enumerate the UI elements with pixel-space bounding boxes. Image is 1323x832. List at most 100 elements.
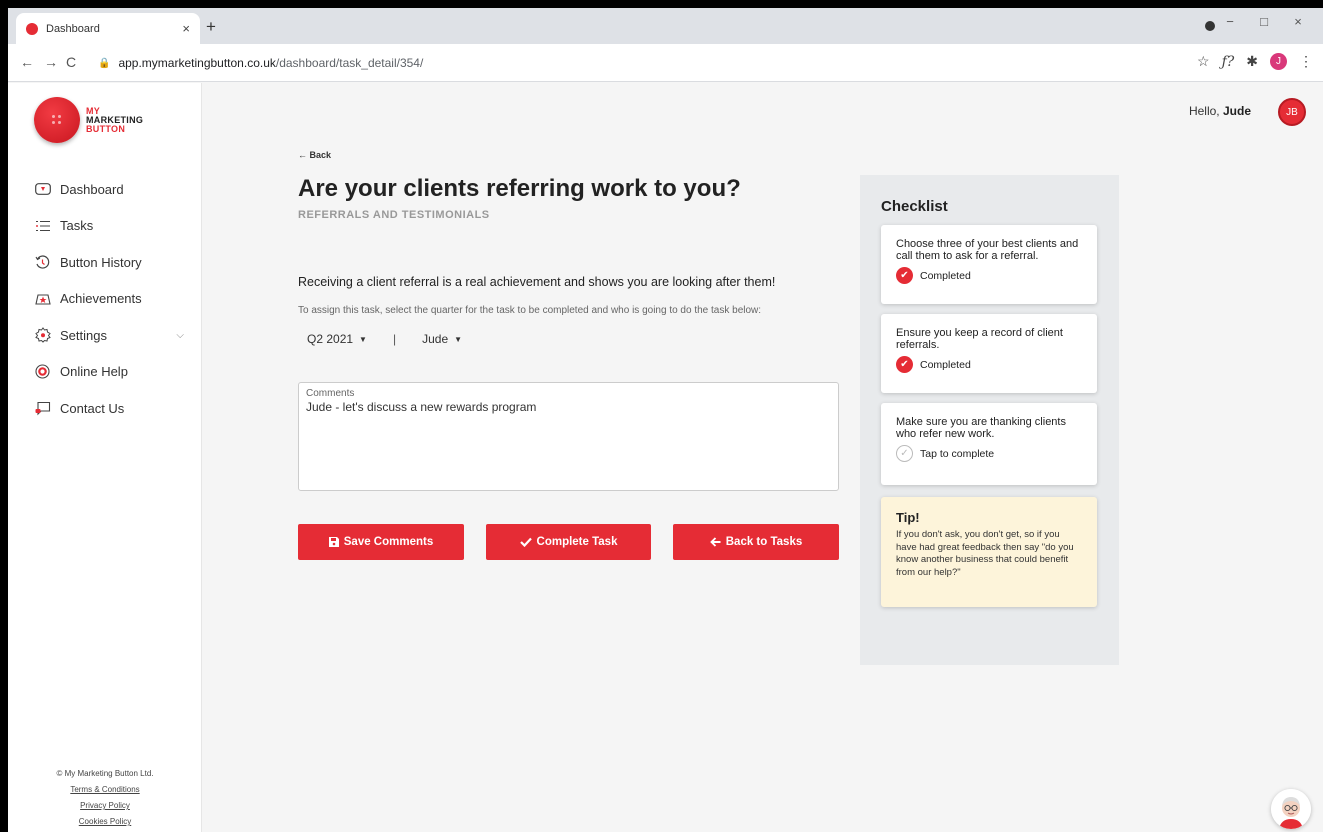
checklist-item-status[interactable]: ✔ Completed <box>896 356 1083 373</box>
user-avatar[interactable]: JB <box>1278 98 1306 126</box>
tab-strip: Dashboard × + − □ × <box>8 8 1323 44</box>
caret-down-icon: ▼ <box>454 334 463 344</box>
puzzle-extensions-icon[interactable]: ✱ <box>1246 53 1258 70</box>
url-field[interactable]: 🔒 app.mymarketingbutton.co.uk/dashboard/… <box>86 51 1186 75</box>
save-icon <box>328 537 339 547</box>
save-comments-label: Save Comments <box>343 536 434 548</box>
browser-tab[interactable]: Dashboard × <box>16 13 200 44</box>
tip-body: If you don't ask, you don't get, so if y… <box>896 529 1074 578</box>
sidebar-item-achievements[interactable]: Achievements <box>34 281 184 318</box>
status-label: Completed <box>920 358 971 371</box>
cookies-link[interactable]: Cookies Policy <box>8 814 202 830</box>
tab-close-icon[interactable]: × <box>182 21 190 36</box>
status-label: Tap to complete <box>920 447 995 460</box>
sidebar-item-label: Tasks <box>60 218 94 234</box>
back-to-tasks-button[interactable]: Back to Tasks <box>673 524 839 560</box>
lifebuoy-icon <box>34 363 51 380</box>
checklist-item[interactable]: Ensure you keep a record of client refer… <box>881 314 1097 393</box>
checklist-item[interactable]: Make sure you are thanking clients who r… <box>881 403 1097 485</box>
copyright-text: © My Marketing Button Ltd. <box>56 769 154 778</box>
extension-toolbar: ☆ ƒ? ✱ J ⋮ <box>1197 53 1313 70</box>
app-root: MY MARKETING BUTTON Dashboard Tasks Butt… <box>8 83 1323 832</box>
sidebar-nav: Dashboard Tasks Button History Achieveme… <box>34 171 184 427</box>
new-tab-button[interactable]: + <box>206 17 216 37</box>
assistant-face-icon <box>1271 789 1311 829</box>
profile-avatar[interactable]: J <box>1270 53 1287 70</box>
checklist-item[interactable]: Choose three of your best clients and ca… <box>881 225 1097 304</box>
sidebar-item-tasks[interactable]: Tasks <box>34 208 184 245</box>
task-category: REFERRALS AND TESTIMONIALS <box>298 209 490 221</box>
sidebar-item-label: Contact Us <box>60 400 125 416</box>
close-window-button[interactable]: × <box>1281 14 1315 29</box>
button-logo-icon <box>34 97 80 143</box>
assistant-avatar[interactable] <box>1271 789 1311 829</box>
complete-task-button[interactable]: Complete Task <box>486 524 651 560</box>
back-arrow-icon[interactable]: ← <box>20 54 34 70</box>
save-comments-button[interactable]: Save Comments <box>298 524 464 560</box>
checkmark-icon <box>519 537 532 547</box>
check-circle-icon: ✔ <box>896 267 913 284</box>
caret-down-icon: ▼ <box>359 334 367 344</box>
sidebar-item-online-help[interactable]: Online Help <box>34 354 184 391</box>
checklist-item-text: Make sure you are thanking clients who r… <box>896 416 1066 440</box>
quarter-select[interactable]: Q2 2021 ▼ <box>307 332 367 346</box>
history-icon <box>34 254 51 271</box>
sidebar-item-settings[interactable]: Settings ⌵ <box>34 317 184 354</box>
formula-extension-icon[interactable]: ƒ? <box>1222 54 1235 70</box>
favicon-icon <box>26 22 38 35</box>
page-title: Are your clients referring work to you? <box>298 175 741 202</box>
privacy-link[interactable]: Privacy Policy <box>8 798 202 814</box>
bookmark-star-icon[interactable]: ☆ <box>1197 53 1210 70</box>
settings-icon <box>34 327 51 344</box>
sidebar-item-label: Online Help <box>60 364 128 380</box>
comments-field[interactable]: Comments Jude - let's discuss a new rewa… <box>298 382 839 491</box>
assignment-selectors: Q2 2021 ▼ | Jude ▼ <box>307 332 462 346</box>
main-content: Hello, Jude JB ← Back Are your clients r… <box>202 83 1323 832</box>
checklist-item-text: Ensure you keep a record of client refer… <box>896 327 1063 351</box>
window-controls: − □ × <box>1213 14 1315 29</box>
sidebar-item-label: Button History <box>60 254 142 270</box>
tip-card: Tip! If you don't ask, you don't get, so… <box>881 497 1097 607</box>
url-host: app.mymarketingbutton.co.uk <box>118 56 276 70</box>
assignee-value: Jude <box>422 332 449 346</box>
brand-logo[interactable]: MY MARKETING BUTTON <box>34 97 143 143</box>
greeting-prefix: Hello, <box>1188 104 1220 118</box>
sidebar-item-button-history[interactable]: Button History <box>34 244 184 281</box>
back-link[interactable]: ← Back <box>298 150 331 160</box>
checklist-item-status[interactable]: ✔ Completed <box>896 267 1083 284</box>
sidebar-item-label: Dashboard <box>60 181 124 197</box>
chevron-down-icon[interactable]: ⌵ <box>176 330 184 341</box>
tip-title: Tip! <box>896 510 920 525</box>
task-intro: Receiving a client referral is a real ac… <box>298 275 776 289</box>
sidebar-item-dashboard[interactable]: Dashboard <box>34 171 184 208</box>
sidebar-item-label: Achievements <box>60 291 142 307</box>
tasks-icon <box>34 217 51 234</box>
forward-arrow-icon[interactable]: → <box>44 54 58 70</box>
empty-check-circle-icon: ✓ <box>896 445 913 462</box>
back-to-tasks-label: Back to Tasks <box>725 536 803 548</box>
comments-label: Comments <box>306 388 355 399</box>
check-circle-icon: ✔ <box>896 356 913 373</box>
checklist-item-text: Choose three of your best clients and ca… <box>896 238 1079 262</box>
sidebar-item-contact-us[interactable]: Contact Us <box>34 390 184 427</box>
status-label: Completed <box>920 269 971 282</box>
maximize-button[interactable]: □ <box>1247 14 1281 29</box>
reload-icon[interactable]: C <box>66 54 76 70</box>
comments-value[interactable]: Jude - let's discuss a new rewards progr… <box>306 400 831 414</box>
dashboard-icon <box>34 181 51 198</box>
arrow-left-icon <box>709 537 721 547</box>
quarter-value: Q2 2021 <box>307 332 354 346</box>
tab-title: Dashboard <box>46 22 100 35</box>
address-bar: ← → C 🔒 app.mymarketingbutton.co.uk/dash… <box>8 44 1323 82</box>
chat-icon <box>34 400 51 417</box>
checklist-panel: Checklist Choose three of your best clie… <box>860 175 1119 665</box>
complete-task-label: Complete Task <box>536 536 618 548</box>
terms-link[interactable]: Terms & Conditions <box>8 782 202 798</box>
achievements-icon <box>34 290 51 307</box>
minimize-button[interactable]: − <box>1213 14 1247 29</box>
checklist-item-status[interactable]: ✓ Tap to complete <box>896 445 1083 462</box>
greeting: Hello, Jude <box>1189 104 1251 118</box>
browser-menu-icon[interactable]: ⋮ <box>1299 53 1313 70</box>
assignee-select[interactable]: Jude ▼ <box>422 332 462 346</box>
lock-icon: 🔒 <box>98 57 111 69</box>
